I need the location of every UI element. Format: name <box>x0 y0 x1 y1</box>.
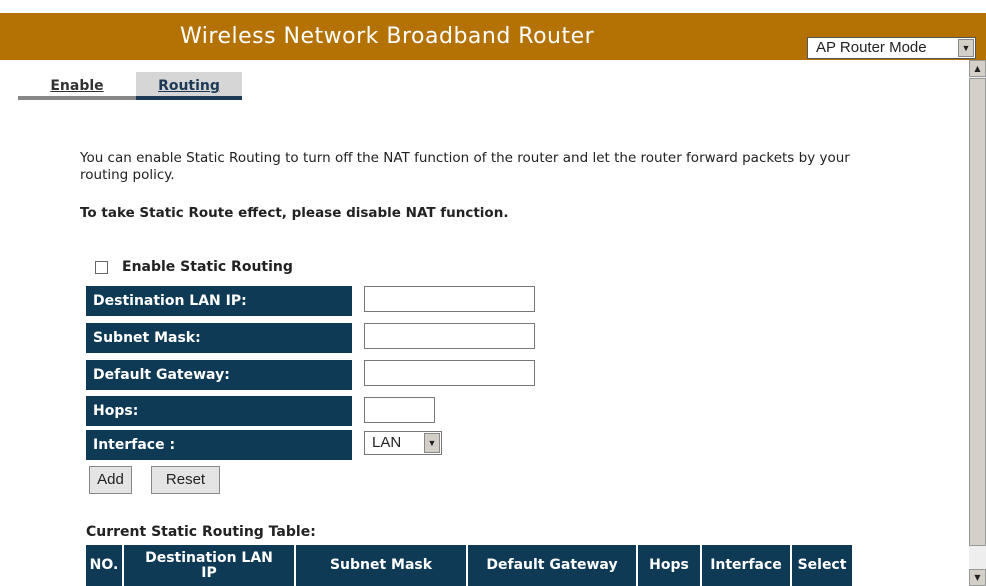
column-header-hops: Hops <box>638 545 700 586</box>
dest-ip-label: Destination LAN IP: <box>86 286 352 316</box>
default-gateway-label: Default Gateway: <box>86 360 352 390</box>
subnet-mask-label: Subnet Mask: <box>86 323 352 353</box>
enable-static-routing-checkbox[interactable] <box>95 260 108 274</box>
interface-select-value: LAN <box>372 434 402 451</box>
column-header-select: Select <box>792 545 852 586</box>
interface-label: Interface : <box>86 430 352 460</box>
hops-input[interactable] <box>364 397 435 423</box>
add-button[interactable]: Add <box>89 466 132 494</box>
chevron-down-icon[interactable]: ▼ <box>424 433 440 453</box>
subnet-mask-input[interactable] <box>364 323 535 349</box>
column-header-subnet: Subnet Mask <box>296 545 466 586</box>
scrollbar[interactable]: ▲ ▼ <box>969 60 986 586</box>
mode-select[interactable]: AP Router Mode ▼ <box>807 37 976 59</box>
scroll-up-icon[interactable]: ▲ <box>969 60 986 77</box>
enable-static-routing-label: Enable Static Routing <box>122 259 293 275</box>
tab-enable[interactable]: Enable <box>18 72 136 100</box>
tab-routing[interactable]: Routing <box>136 72 242 100</box>
intro-text: You can enable Static Routing to turn of… <box>80 150 850 183</box>
routing-table-title: Current Static Routing Table: <box>86 524 316 540</box>
enable-static-routing-row: Enable Static Routing <box>95 259 293 275</box>
app-title: Wireless Network Broadband Router <box>180 24 595 49</box>
interface-select[interactable]: LAN ▼ <box>364 431 442 455</box>
column-header-no: NO. <box>86 545 122 586</box>
chevron-down-icon[interactable]: ▼ <box>958 39 974 57</box>
dest-ip-input[interactable] <box>364 286 535 312</box>
column-header-interface: Interface <box>702 545 790 586</box>
scroll-thumb[interactable] <box>969 78 986 546</box>
column-header-gateway: Default Gateway <box>468 545 636 586</box>
hops-label: Hops: <box>86 396 352 426</box>
default-gateway-input[interactable] <box>364 360 535 386</box>
header-bar: Wireless Network Broadband Router AP Rou… <box>0 13 986 60</box>
nat-warning: To take Static Route effect, please disa… <box>80 205 509 221</box>
scroll-down-icon[interactable]: ▼ <box>969 569 986 586</box>
column-header-destination: Destination LAN IP <box>124 545 294 586</box>
mode-select-value: AP Router Mode <box>816 39 927 56</box>
reset-button[interactable]: Reset <box>151 466 220 494</box>
